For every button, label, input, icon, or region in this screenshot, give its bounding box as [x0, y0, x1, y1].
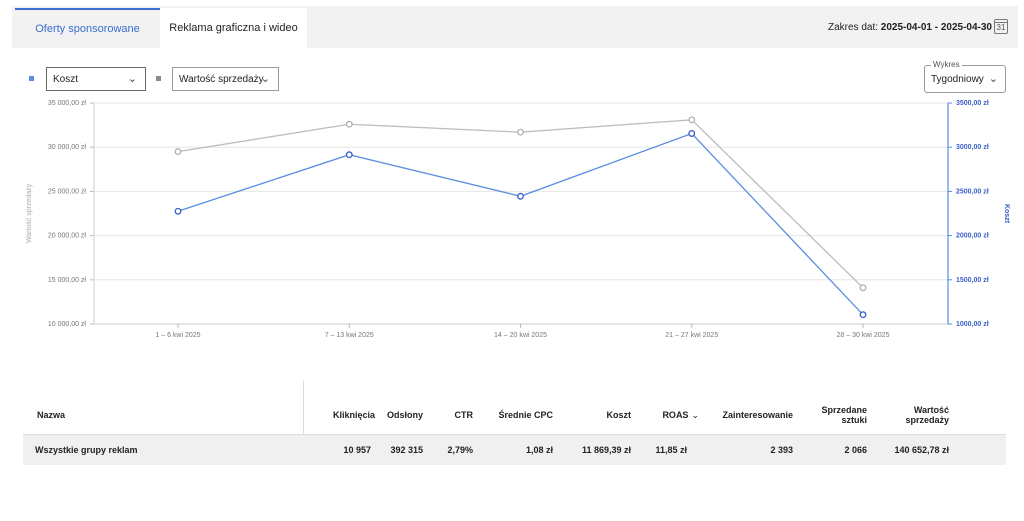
y-tick-label-left: 30 000,00 zł	[48, 144, 87, 151]
cell-sprzedane: 2 066	[844, 445, 867, 455]
data-point-wartosc	[517, 128, 524, 136]
table-row[interactable]: Wszystkie grupy reklam 10 957 392 315 2,…	[23, 435, 1006, 465]
cell-nazwa: Wszystkie grupy reklam	[35, 445, 138, 455]
y-tick-label-right: 2000,00 zł	[956, 233, 989, 240]
cell-klikniecia: 10 957	[343, 445, 371, 455]
cell-roas: 11,85 zł	[655, 445, 687, 455]
col-header-wartosc[interactable]: Wartość sprzedaży	[867, 394, 949, 435]
cell-odslony: 392 315	[390, 445, 423, 455]
y-tick-label-right: 1500,00 zł	[956, 277, 989, 284]
data-point-wartosc	[688, 116, 696, 124]
x-tick-label: 14 – 20 kwi 2025	[494, 332, 547, 339]
y-tick-label-right: 1000,00 zł	[956, 321, 989, 328]
data-point-koszt	[345, 151, 353, 159]
cell-koszt: 11 869,39 zł	[581, 445, 631, 455]
x-tick-label: 21 – 27 kwi 2025	[665, 332, 718, 339]
data-point-koszt	[859, 311, 867, 319]
y-axis-title-right: Koszt	[1003, 204, 1010, 224]
x-tick-label: 7 – 13 kwi 2025	[325, 332, 374, 339]
col-header-odslony[interactable]: Odsłony	[375, 394, 423, 435]
col-header-wartosc-line2: sprzedaży	[905, 414, 949, 425]
col-header-roas[interactable]: ROAS ⌄	[631, 394, 699, 435]
stats-table: Nazwa Kliknięcia Odsłony CTR Średnie CPC…	[23, 380, 1006, 468]
col-header-klikniecia[interactable]: Kliknięcia	[305, 394, 375, 435]
data-point-koszt	[174, 207, 182, 215]
cell-cpc: 1,08 zł	[525, 445, 553, 455]
series-line-koszt	[177, 132, 864, 316]
y-tick-label-left: 35 000,00 zł	[48, 100, 87, 107]
data-point-wartosc	[174, 148, 182, 156]
x-tick-label: 1 – 6 kwi 2025	[155, 332, 200, 339]
cell-ctr: 2,79%	[447, 445, 473, 455]
col-header-sprzedane[interactable]: Sprzedane sztuki	[793, 394, 867, 435]
data-point-koszt	[517, 192, 524, 200]
data-point-wartosc	[345, 120, 353, 128]
report-panel: Oferty sponsorowane Reklama graficzna i …	[12, 6, 1018, 350]
col-header-sprzedane-line1: Sprzedane	[821, 404, 867, 415]
line-chart: 10 000,00 zł 15 000,00 zł 20 000,00 zł 25 0…	[26, 100, 1010, 339]
y-tick-label-left: 10 000,00 zł	[48, 321, 87, 328]
y-axis-title-left: Wartość sprzedaży	[26, 183, 33, 243]
col-header-koszt[interactable]: Koszt	[553, 394, 632, 435]
cell-zainteresowanie: 2 393	[770, 445, 793, 455]
data-point-koszt	[688, 130, 696, 137]
col-header-sprzedane-line2: sztuki	[841, 414, 867, 425]
x-tick-label: 28 – 30 kwi 2025	[837, 332, 890, 339]
table-header: Nazwa Kliknięcia Odsłony CTR Średnie CPC…	[23, 394, 1006, 435]
y-tick-label-left: 15 000,00 zł	[48, 277, 87, 284]
y-tick-label-right: 3000,00 zł	[956, 144, 989, 151]
col-header-nazwa[interactable]: Nazwa	[37, 394, 217, 435]
col-header-roas-label: ROAS	[662, 409, 689, 420]
data-point-wartosc	[859, 284, 867, 292]
cell-wartosc: 140 652,78 zł	[894, 445, 949, 455]
col-header-cpc[interactable]: Średnie CPC	[473, 394, 553, 435]
col-header-wartosc-line1: Wartość	[913, 404, 949, 415]
chevron-down-icon: ⌄	[691, 409, 699, 420]
y-tick-label-right: 3500,00 zł	[956, 100, 989, 107]
col-header-zainteresowanie[interactable]: Zainteresowanie	[699, 394, 793, 435]
col-header-ctr[interactable]: CTR	[423, 394, 474, 435]
y-tick-label-right: 2500,00 zł	[956, 188, 989, 195]
y-tick-label-left: 25 000,00 zł	[48, 188, 87, 195]
series-line-wartosc	[177, 119, 864, 289]
y-tick-label-left: 20 000,00 zł	[48, 233, 87, 240]
